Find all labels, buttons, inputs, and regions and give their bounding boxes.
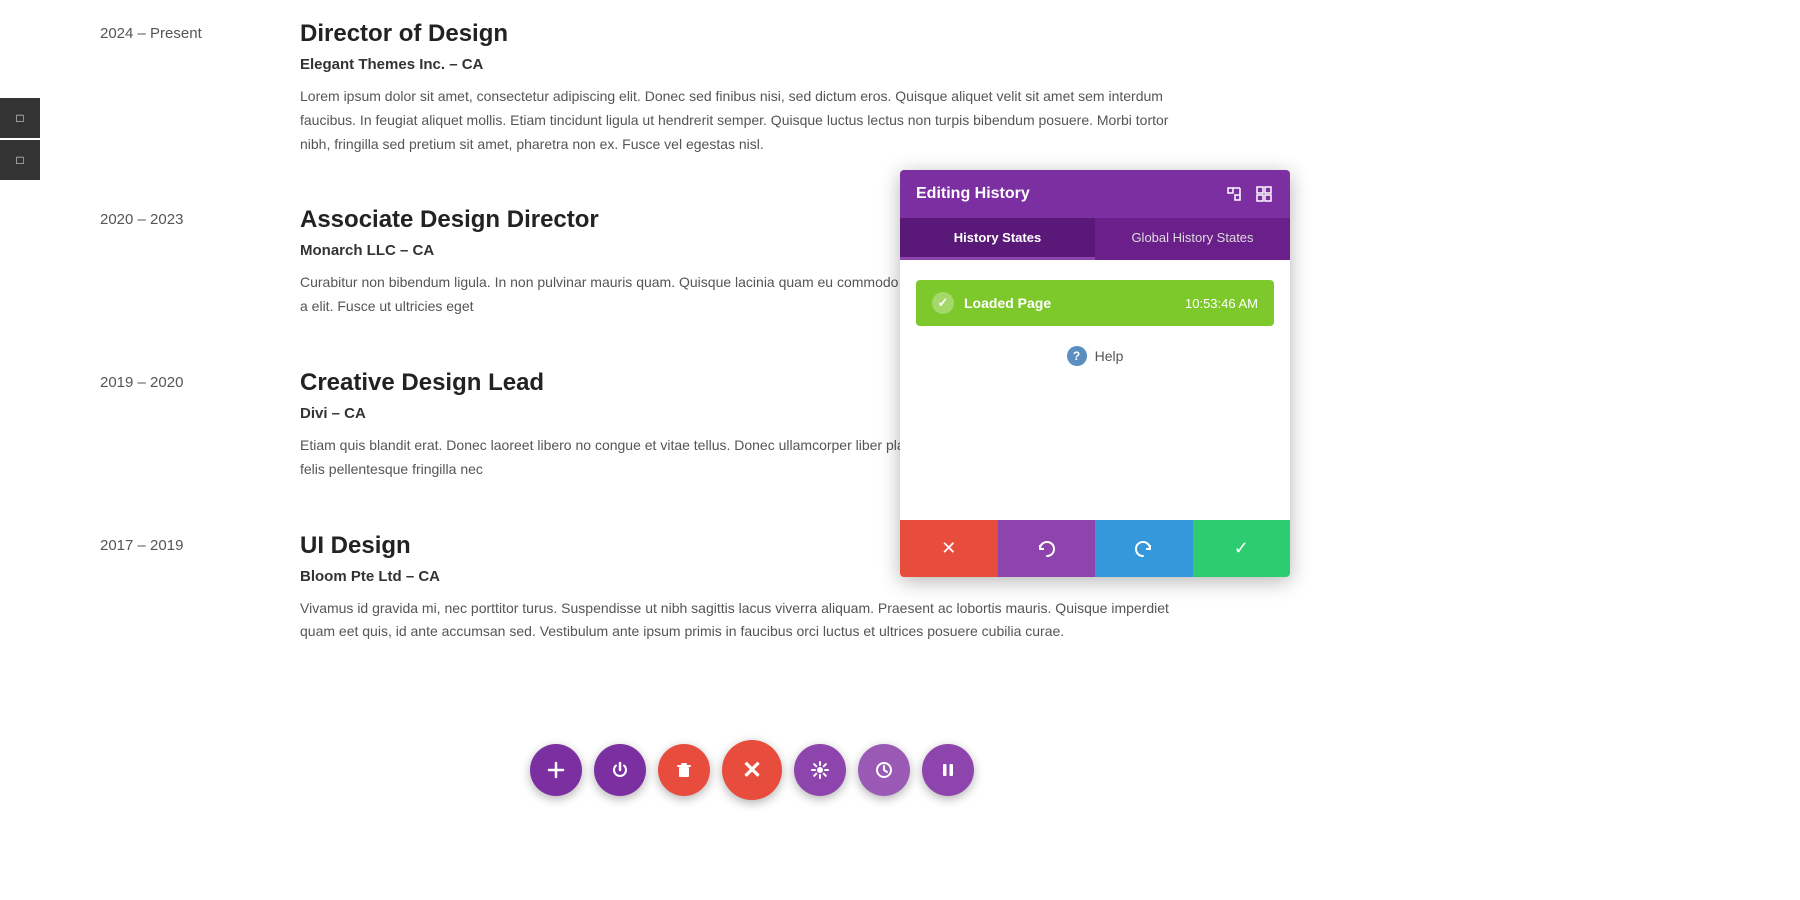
tab-history-states[interactable]: History States xyxy=(900,218,1095,260)
float-btn-add[interactable] xyxy=(530,744,582,796)
history-item-label: Loaded Page xyxy=(964,295,1051,311)
description-4: Vivamus id gravida mi, nec porttitor tur… xyxy=(300,597,1200,645)
floating-toolbar: ✕ xyxy=(530,740,974,800)
year-range-2: 2020 – 2023 xyxy=(100,206,300,319)
sidebar-btn-2[interactable]: □ xyxy=(0,140,40,180)
year-range-3: 2019 – 2020 xyxy=(100,369,300,482)
check-icon: ✓ xyxy=(932,292,954,314)
job-title-1: Director of Design xyxy=(300,20,1200,48)
float-btn-settings[interactable] xyxy=(794,744,846,796)
tab-global-history-states[interactable]: Global History States xyxy=(1095,218,1290,260)
footer-btn-cancel[interactable]: ✕ xyxy=(900,520,998,577)
footer-btn-undo[interactable] xyxy=(998,520,1096,577)
panel-header-icons xyxy=(1224,184,1274,204)
float-btn-power[interactable] xyxy=(594,744,646,796)
timeline-entry-1: 2024 – Present Director of Design Elegan… xyxy=(100,20,1760,156)
panel-tabs: History States Global History States xyxy=(900,218,1290,260)
footer-btn-redo[interactable] xyxy=(1095,520,1193,577)
help-section: ? Help xyxy=(916,346,1274,366)
footer-btn-save[interactable]: ✓ xyxy=(1193,520,1291,577)
panel-title: Editing History xyxy=(916,185,1030,203)
description-1: Lorem ipsum dolor sit amet, consectetur … xyxy=(300,85,1200,156)
float-btn-history[interactable] xyxy=(858,744,910,796)
float-btn-pause[interactable] xyxy=(922,744,974,796)
float-btn-delete[interactable] xyxy=(658,744,710,796)
editing-history-panel: Editing History History Sta xyxy=(900,170,1290,577)
company-1: Elegant Themes Inc. – CA xyxy=(300,56,1200,73)
history-item-left: ✓ Loaded Page xyxy=(932,292,1051,314)
help-text[interactable]: Help xyxy=(1095,348,1124,364)
entry-content-1: Director of Design Elegant Themes Inc. –… xyxy=(300,20,1200,156)
panel-icon-grid[interactable] xyxy=(1254,184,1274,204)
year-range-1: 2024 – Present xyxy=(100,20,300,156)
float-btn-close[interactable]: ✕ xyxy=(722,740,782,800)
panel-body: ✓ Loaded Page 10:53:46 AM ? Help xyxy=(900,260,1290,520)
sidebar-btn-1[interactable]: □ xyxy=(0,98,40,138)
help-icon: ? xyxy=(1067,346,1087,366)
history-item-loaded-page[interactable]: ✓ Loaded Page 10:53:46 AM xyxy=(916,280,1274,326)
left-sidebar: □ □ xyxy=(0,98,40,180)
panel-icon-expand[interactable] xyxy=(1224,184,1244,204)
year-range-4: 2017 – 2019 xyxy=(100,532,300,645)
history-item-time: 10:53:46 AM xyxy=(1185,296,1258,311)
panel-header: Editing History xyxy=(900,170,1290,218)
panel-footer: ✕ ✓ xyxy=(900,520,1290,577)
